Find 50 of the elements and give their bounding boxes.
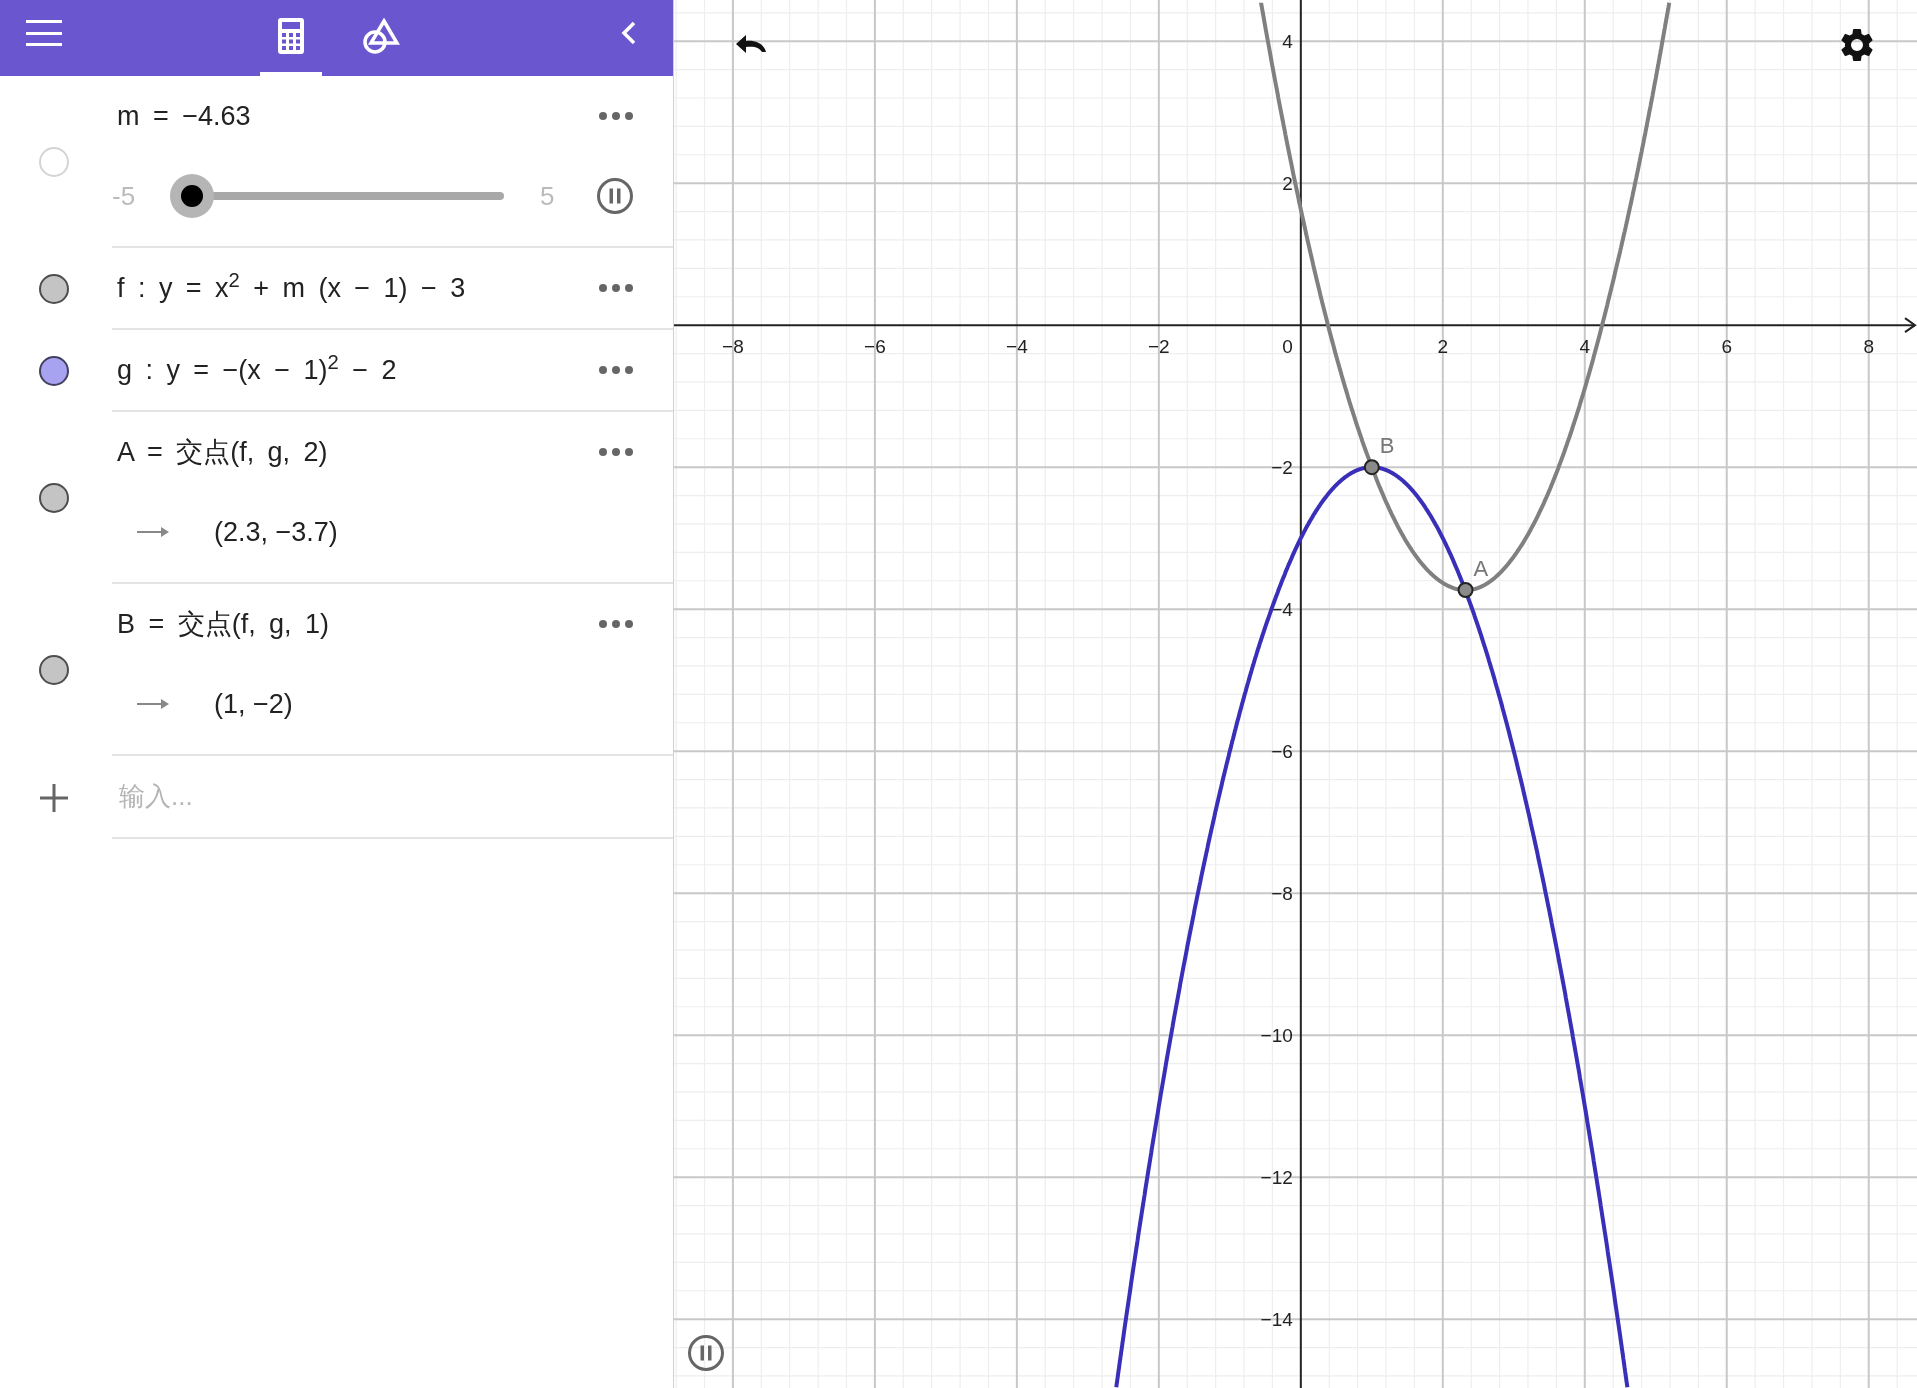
input-field[interactable]: 输入... [112, 756, 673, 837]
point-label: A [1473, 556, 1489, 581]
axis-tick-label: 4 [1579, 336, 1591, 358]
definition-text: g : y = −(x − 1)$^{2}$ − 2 [117, 349, 397, 387]
pause-button[interactable] [687, 1334, 725, 1372]
definition-text: B = 交点(f, g, 1) [117, 607, 330, 641]
axis-tick-label: 2 [1437, 336, 1449, 358]
definition-text: A = 交点(f, g, 2) [117, 435, 328, 469]
slider-max-label: 5 [540, 179, 556, 213]
visibility-toggle[interactable] [39, 274, 69, 304]
visibility-toggle[interactable] [39, 483, 69, 513]
slider-min-label: -5 [112, 179, 137, 213]
axis-tick-label: −10 [1260, 1025, 1293, 1047]
axis-tick-label: −2 [1148, 336, 1170, 358]
result-value: (2.3, −3.7) [214, 515, 338, 549]
axis-tick-label: −12 [1260, 1167, 1293, 1189]
pause-button[interactable] [596, 177, 634, 215]
result-value: (1, −2) [214, 687, 293, 721]
visibility-toggle[interactable] [39, 655, 69, 685]
axis-tick-label: −4 [1271, 599, 1293, 621]
intersection-point[interactable] [1363, 459, 1380, 476]
axis-tick-label: 4 [1282, 31, 1293, 53]
calculator-icon [278, 18, 304, 54]
axis-tick-label: −2 [1271, 457, 1293, 479]
definition-text: f : y = x$^{2}$ + m (x − 1) − 3 [117, 267, 466, 305]
arrow-icon [137, 527, 169, 537]
more-options-icon[interactable] [599, 365, 633, 375]
collapse-chevron-icon[interactable] [620, 20, 638, 46]
arrow-icon [137, 699, 169, 709]
intersection-point[interactable] [1457, 582, 1474, 598]
visibility-toggle[interactable] [39, 356, 69, 386]
axis-tick-label: 2 [1282, 173, 1293, 195]
more-options-icon[interactable] [599, 111, 633, 121]
definition-text: m = −4.63 [117, 99, 251, 133]
more-options-icon[interactable] [599, 447, 633, 457]
plus-icon[interactable] [40, 783, 68, 812]
origin-label: 0 [1282, 336, 1293, 358]
axis-tick-label: 6 [1721, 336, 1733, 358]
axis-tick-label: −4 [1006, 336, 1028, 358]
axis-tick-label: −14 [1260, 1309, 1293, 1331]
axis-tick-label: −6 [1271, 741, 1293, 763]
axis-tick-label: −6 [864, 336, 886, 358]
point-label: B [1379, 433, 1395, 459]
more-options-icon[interactable] [599, 283, 633, 293]
axis-tick-label: 8 [1863, 336, 1874, 358]
more-options-icon[interactable] [599, 619, 633, 629]
axis-tick-label: −8 [1271, 883, 1293, 905]
axis-tick-label: −8 [722, 336, 744, 358]
menu-icon[interactable] [26, 20, 62, 46]
shapes-icon [362, 18, 400, 54]
